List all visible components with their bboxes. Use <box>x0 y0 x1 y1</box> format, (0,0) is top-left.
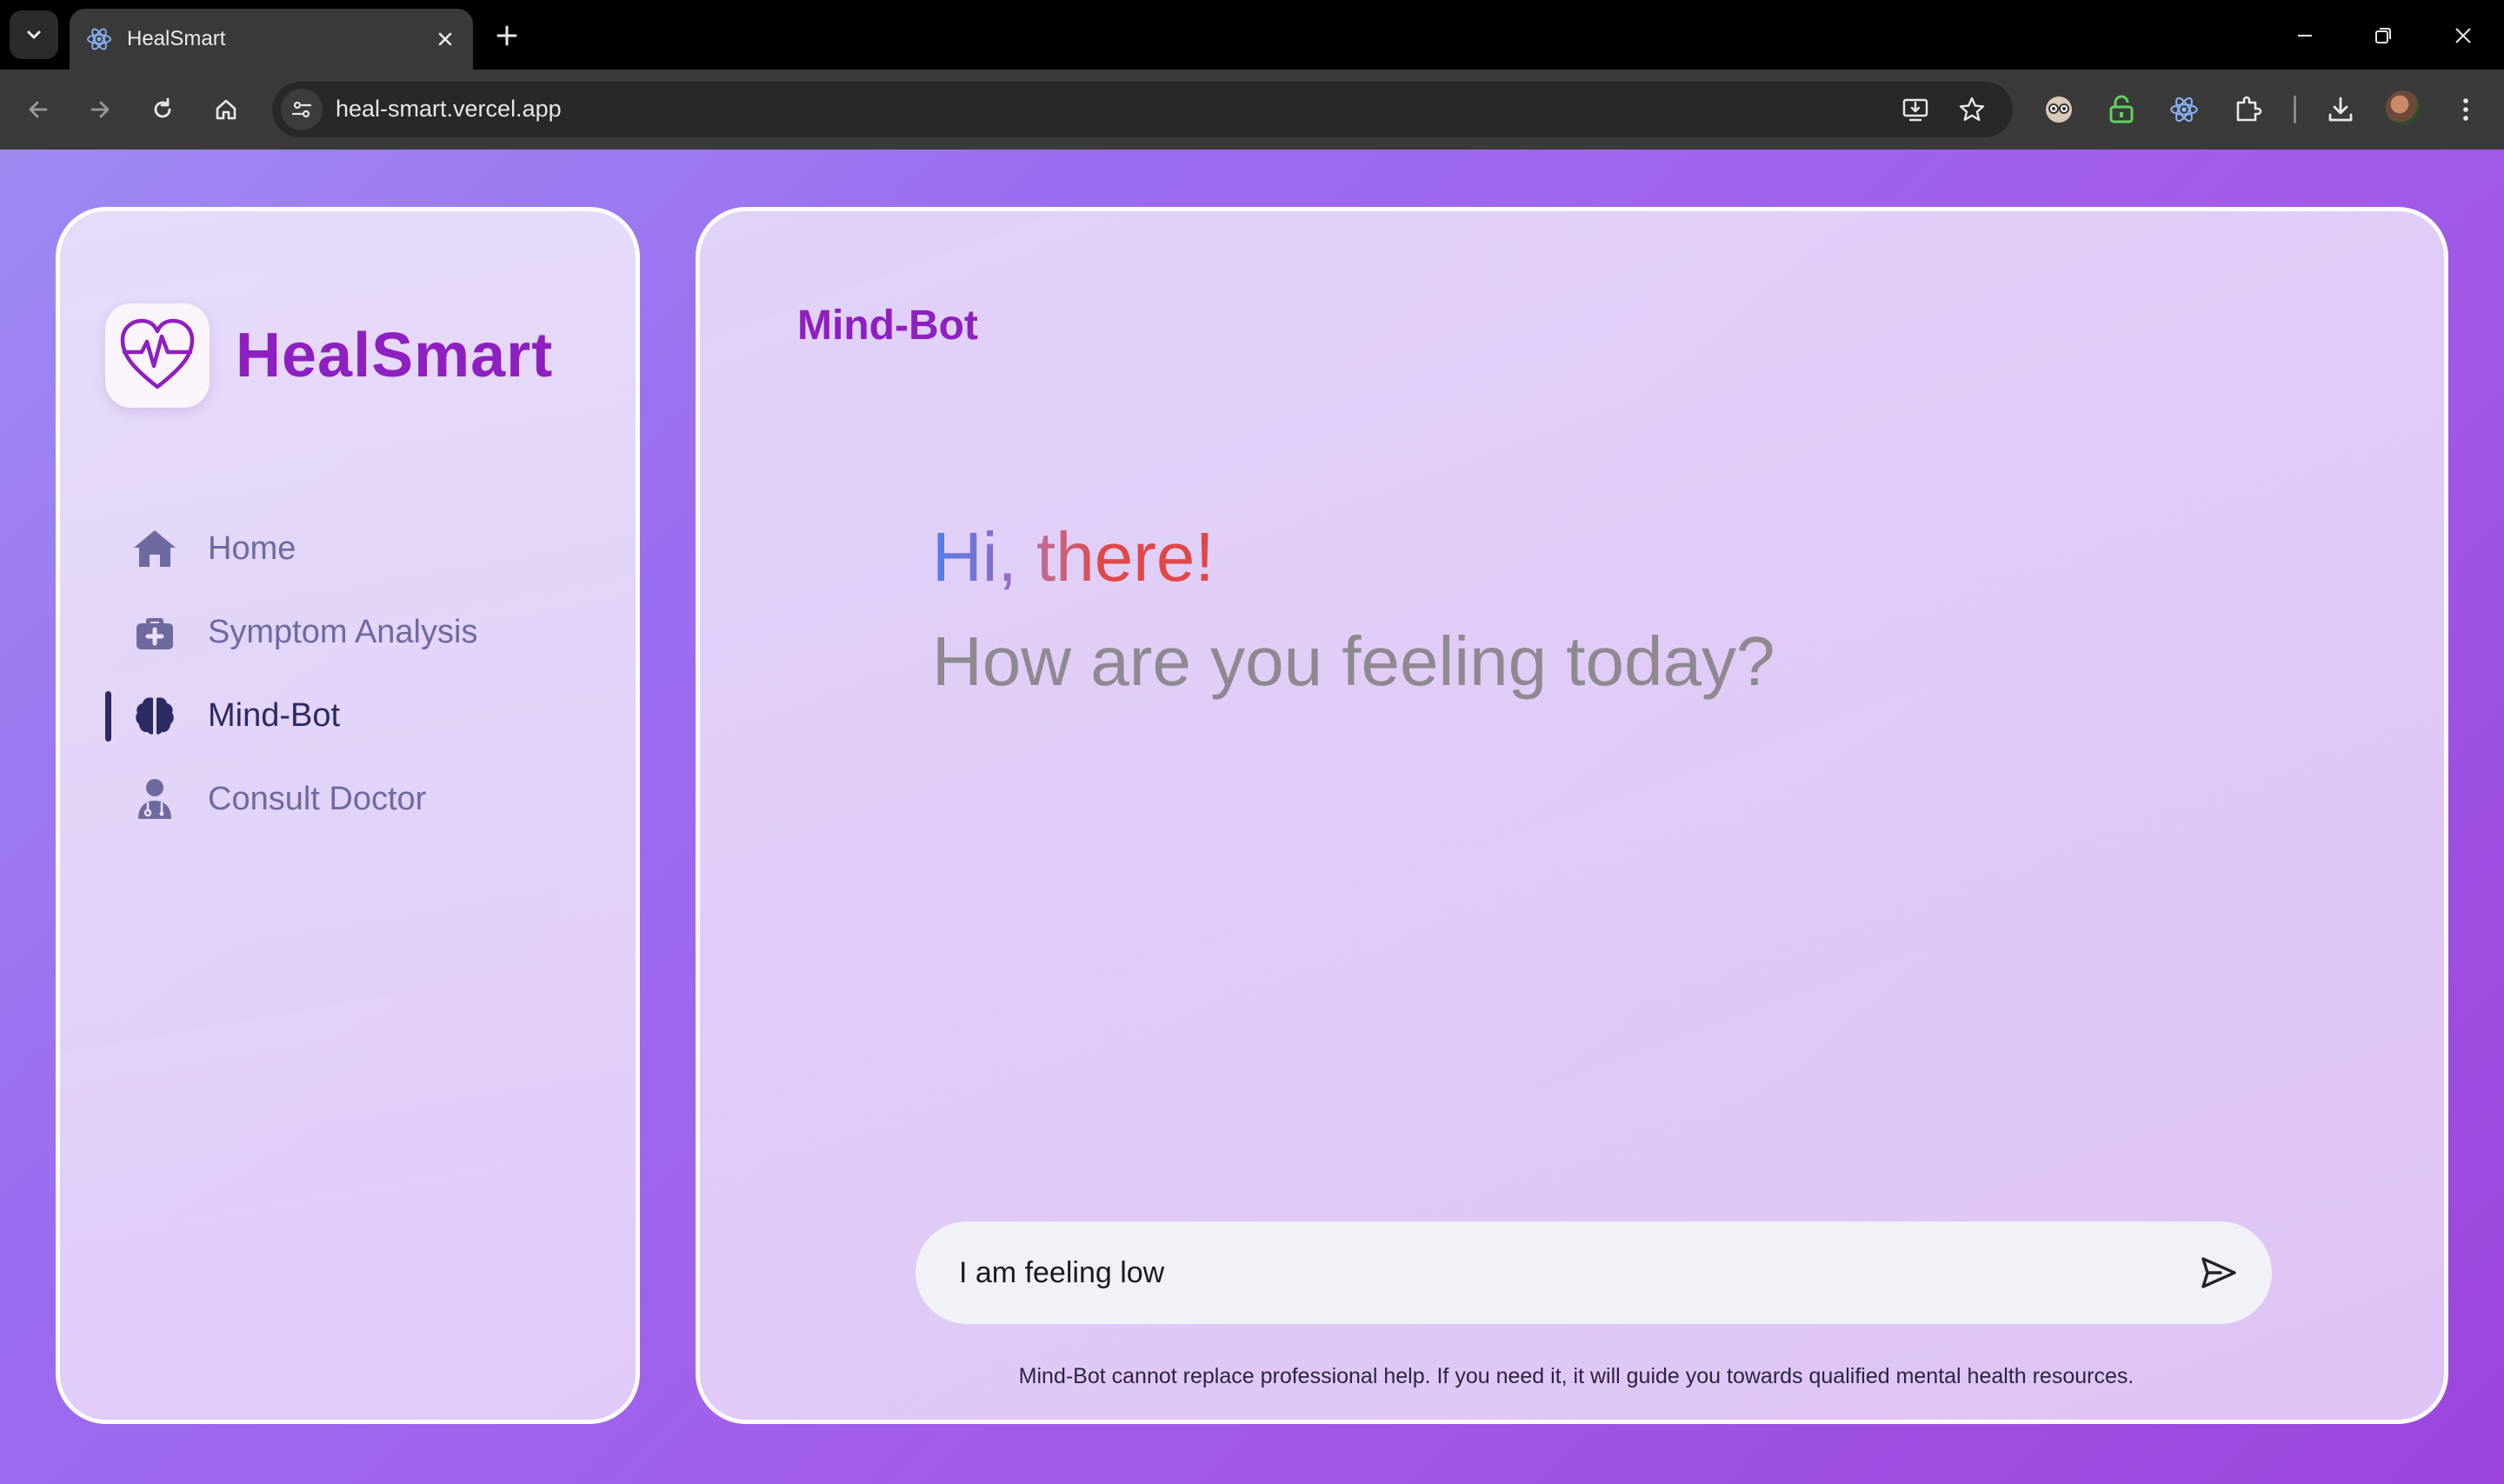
url-text[interactable]: heal-smart.vercel.app <box>336 96 562 123</box>
sidebar-item-label: Consult Doctor <box>208 780 427 817</box>
reload-icon <box>154 97 171 118</box>
minimize-icon <box>2298 35 2312 37</box>
tab-search-button[interactable] <box>10 10 58 59</box>
forward-button[interactable] <box>78 88 122 131</box>
sidebar-item-consult-doctor[interactable]: Consult Doctor <box>105 757 609 841</box>
react-icon <box>85 25 113 53</box>
plus-icon <box>496 25 517 46</box>
close-icon <box>2455 28 2471 43</box>
sidebar: HealSmart Home Symptom Analysis Mind-Bot… <box>56 207 640 1424</box>
page-title: Mind-Bot <box>797 303 978 349</box>
sidebar-item-mind-bot[interactable]: Mind-Bot <box>105 674 609 757</box>
restore-icon <box>2375 28 2391 43</box>
brand[interactable]: HealSmart <box>105 303 553 408</box>
chevron-down-icon <box>27 30 41 39</box>
disclaimer-text: Mind-Bot cannot replace professional hel… <box>1018 1364 2134 1388</box>
active-indicator <box>105 691 111 742</box>
browser-toolbar: heal-smart.vercel.app <box>0 70 2504 150</box>
tab-title: HealSmart <box>127 27 226 50</box>
extension-lock-icon[interactable] <box>2099 87 2144 132</box>
heartbeat-logo-icon <box>105 303 210 408</box>
address-bar[interactable]: heal-smart.vercel.app <box>272 82 2013 137</box>
brain-icon <box>130 690 180 741</box>
new-tab-button[interactable] <box>487 16 527 56</box>
sidebar-nav: Home Symptom Analysis Mind-Bot Consult D… <box>105 507 609 841</box>
sidebar-item-label: Mind-Bot <box>208 696 341 734</box>
window-close-button[interactable] <box>2441 14 2485 57</box>
page-viewport: HealSmart Home Symptom Analysis Mind-Bot… <box>0 150 2504 1484</box>
sidebar-item-symptom-analysis[interactable]: Symptom Analysis <box>105 590 609 674</box>
site-info-button[interactable] <box>281 89 323 130</box>
react-devtools-icon[interactable] <box>2161 87 2207 132</box>
install-app-icon[interactable] <box>1895 89 1936 130</box>
reload-button[interactable] <box>141 88 184 131</box>
back-button[interactable] <box>17 88 60 131</box>
send-button[interactable] <box>2190 1244 2248 1301</box>
sidebar-item-home[interactable]: Home <box>105 507 609 590</box>
close-icon[interactable] <box>428 22 463 57</box>
browser-tab-strip: HealSmart <box>0 0 2504 70</box>
medical-kit-icon <box>130 607 180 657</box>
profile-avatar[interactable] <box>2386 90 2421 125</box>
home-icon <box>216 99 236 120</box>
doctor-icon <box>130 774 180 824</box>
chat-input-bar <box>916 1221 2272 1324</box>
prompt-text: How are you feeling today? <box>932 622 1775 700</box>
sidebar-item-label: Home <box>208 529 296 567</box>
greeting-text: Hi, there! <box>932 518 1215 596</box>
arrow-left-icon <box>29 101 48 118</box>
home-button[interactable] <box>204 88 248 131</box>
arrow-right-icon <box>90 101 110 118</box>
extensions-puzzle-icon[interactable] <box>2226 87 2271 132</box>
restore-button[interactable] <box>2361 14 2405 57</box>
sidebar-item-label: Symptom Analysis <box>208 613 478 650</box>
extension-glasses-icon[interactable] <box>2036 87 2081 132</box>
chat-input[interactable] <box>959 1246 2159 1300</box>
brand-name: HealSmart <box>236 321 554 390</box>
toolbar-separator <box>2294 96 2296 123</box>
chat-panel: Mind-Bot Hi, there! How are you feeling … <box>696 207 2448 1424</box>
bookmark-star-icon[interactable] <box>1951 89 1993 130</box>
home-icon <box>130 523 180 574</box>
browser-menu-icon[interactable] <box>2443 87 2488 132</box>
tune-icon <box>291 101 312 118</box>
browser-tab[interactable]: HealSmart <box>70 9 473 70</box>
send-icon <box>2201 1257 2236 1288</box>
minimize-button[interactable] <box>2283 14 2327 57</box>
downloads-icon[interactable] <box>2318 87 2363 132</box>
